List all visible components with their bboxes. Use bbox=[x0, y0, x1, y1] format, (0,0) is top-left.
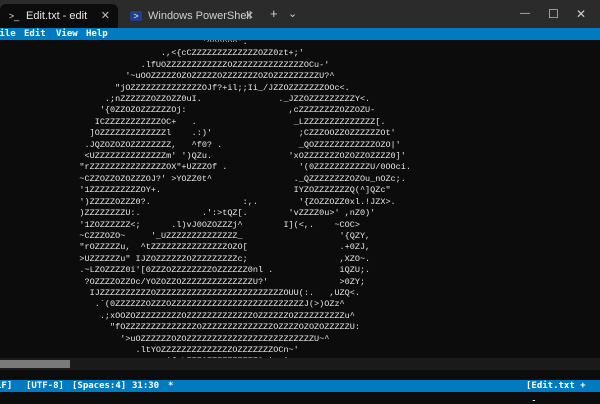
encoding-indicator[interactable]: [UTF-8] bbox=[26, 380, 64, 392]
close-tab-icon[interactable]: ✕ bbox=[245, 9, 254, 22]
line-ending-indicator[interactable]: LF] bbox=[0, 380, 12, 392]
close-window-button[interactable]: ✕ bbox=[576, 6, 586, 22]
new-tab-button[interactable]: + bbox=[270, 6, 278, 22]
tab-label: Edit.txt - edit bbox=[26, 10, 88, 22]
powershell-icon: > bbox=[130, 11, 142, 21]
status-bar: LF] [UTF-8] [Spaces:4] 31:30 * [Edit.txt… bbox=[0, 380, 600, 403]
tab-powershell[interactable]: > Windows PowerShell ✕ bbox=[124, 4, 262, 28]
horizontal-scrollbar[interactable] bbox=[0, 358, 600, 370]
editor-area[interactable]: '^^^^^^'. .,<{cCZZZZZZZZZZZZZOZZ0zt+;' .… bbox=[0, 40, 600, 358]
modified-indicator: * bbox=[168, 381, 174, 391]
minimize-button[interactable]: — bbox=[520, 6, 530, 22]
tab-dropdown-button[interactable]: ⌄ bbox=[288, 6, 297, 22]
menu-file[interactable]: File bbox=[0, 28, 16, 40]
menu-help[interactable]: Help bbox=[86, 28, 108, 40]
scrollbar-thumb[interactable] bbox=[0, 360, 70, 368]
title-bar: >_ Edit.txt - edit ✕ > Windows PowerShel… bbox=[0, 0, 600, 28]
tab-edit[interactable]: >_ Edit.txt - edit ✕ bbox=[0, 4, 118, 28]
tab-label: Windows PowerShell bbox=[148, 10, 252, 22]
terminal-icon: >_ bbox=[8, 11, 20, 21]
close-tab-icon[interactable]: ✕ bbox=[101, 9, 110, 22]
menu-edit[interactable]: Edit bbox=[24, 28, 46, 40]
menu-view[interactable]: View bbox=[56, 28, 78, 40]
maximize-button[interactable]: ☐ bbox=[548, 6, 559, 22]
indent-indicator[interactable]: [Spaces:4] bbox=[72, 380, 126, 392]
cursor-position: 31:30 bbox=[132, 381, 160, 391]
document-text: '^^^^^^'. .,<{cCZZZZZZZZZZZZZOZZ0zt+;' .… bbox=[79, 40, 411, 358]
editor-footer-gap bbox=[0, 370, 600, 380]
menu-bar: File Edit View Help bbox=[0, 28, 600, 40]
window-bottom-edge bbox=[0, 392, 600, 400]
